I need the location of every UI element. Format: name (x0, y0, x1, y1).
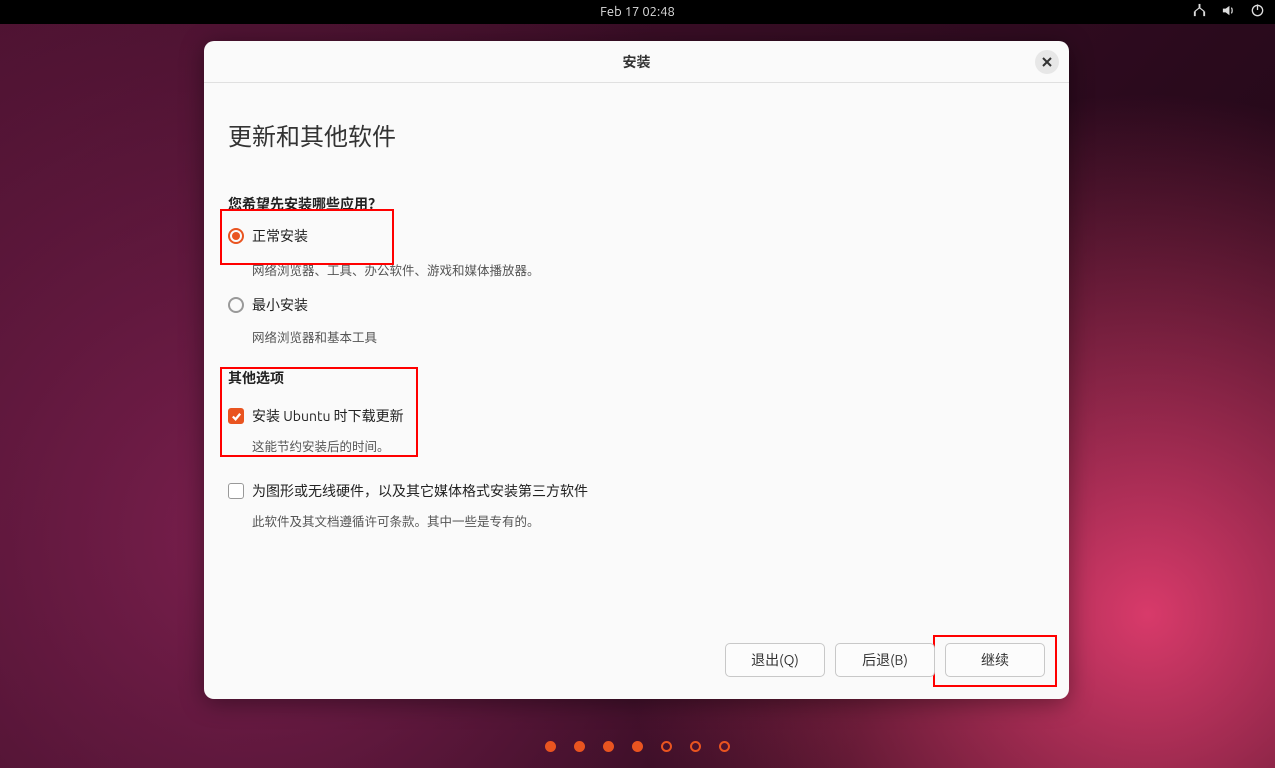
power-icon[interactable] (1250, 3, 1265, 21)
title-bar: 安装 (204, 41, 1069, 83)
checkbox-icon (228, 408, 244, 424)
clock: Feb 17 02:48 (600, 5, 675, 19)
progress-dot (690, 741, 701, 752)
normal-install-help: 网络浏览器、工具、办公软件、游戏和媒体播放器。 (252, 260, 1045, 279)
back-button[interactable]: 后退(B) (835, 643, 935, 677)
section-other-label: 其他选项 (228, 368, 1045, 388)
progress-dot (632, 741, 643, 752)
checkbox-icon (228, 483, 244, 499)
continue-button[interactable]: 继续 (945, 643, 1045, 677)
installer-window: 安装 更新和其他软件 您希望先安装哪些应用？ 正常安装 网络浏览器、工具、办公软… (204, 41, 1069, 699)
radio-minimal-install[interactable]: 最小安装 (228, 295, 1045, 315)
footer-buttons: 退出(Q) 后退(B) 继续 (725, 643, 1045, 677)
volume-icon[interactable] (1221, 3, 1236, 21)
radio-icon (228, 228, 244, 244)
content-area: 更新和其他软件 您希望先安装哪些应用？ 正常安装 网络浏览器、工具、办公软件、游… (204, 83, 1069, 699)
checkbox-thirdparty-label: 为图形或无线硬件，以及其它媒体格式安装第三方软件 (252, 481, 588, 501)
download-updates-help: 这能节约安装后的时间。 (252, 436, 1045, 455)
progress-dots (0, 741, 1275, 752)
radio-minimal-label: 最小安装 (252, 295, 308, 315)
progress-dot (545, 741, 556, 752)
radio-normal-install[interactable]: 正常安装 (228, 226, 1045, 246)
quit-button[interactable]: 退出(Q) (725, 643, 825, 677)
thirdparty-help: 此软件及其文档遵循许可条款。其中一些是专有的。 (252, 511, 1045, 530)
checkbox-download-updates[interactable]: 安装 Ubuntu 时下载更新 (228, 406, 1045, 426)
close-button[interactable] (1035, 50, 1059, 74)
progress-dot (719, 741, 730, 752)
progress-dot (661, 741, 672, 752)
network-icon[interactable] (1192, 3, 1207, 21)
checkbox-thirdparty[interactable]: 为图形或无线硬件，以及其它媒体格式安装第三方软件 (228, 481, 1045, 501)
radio-normal-label: 正常安装 (252, 226, 308, 246)
radio-icon (228, 297, 244, 313)
minimal-install-help: 网络浏览器和基本工具 (252, 327, 1045, 346)
checkbox-download-label: 安装 Ubuntu 时下载更新 (252, 406, 404, 426)
progress-dot (574, 741, 585, 752)
top-bar: Feb 17 02:48 (0, 0, 1275, 24)
progress-dot (603, 741, 614, 752)
section-apps-label: 您希望先安装哪些应用？ (228, 194, 1045, 214)
window-title: 安装 (623, 52, 651, 72)
status-icons (1192, 0, 1265, 24)
page-title: 更新和其他软件 (228, 117, 1045, 152)
